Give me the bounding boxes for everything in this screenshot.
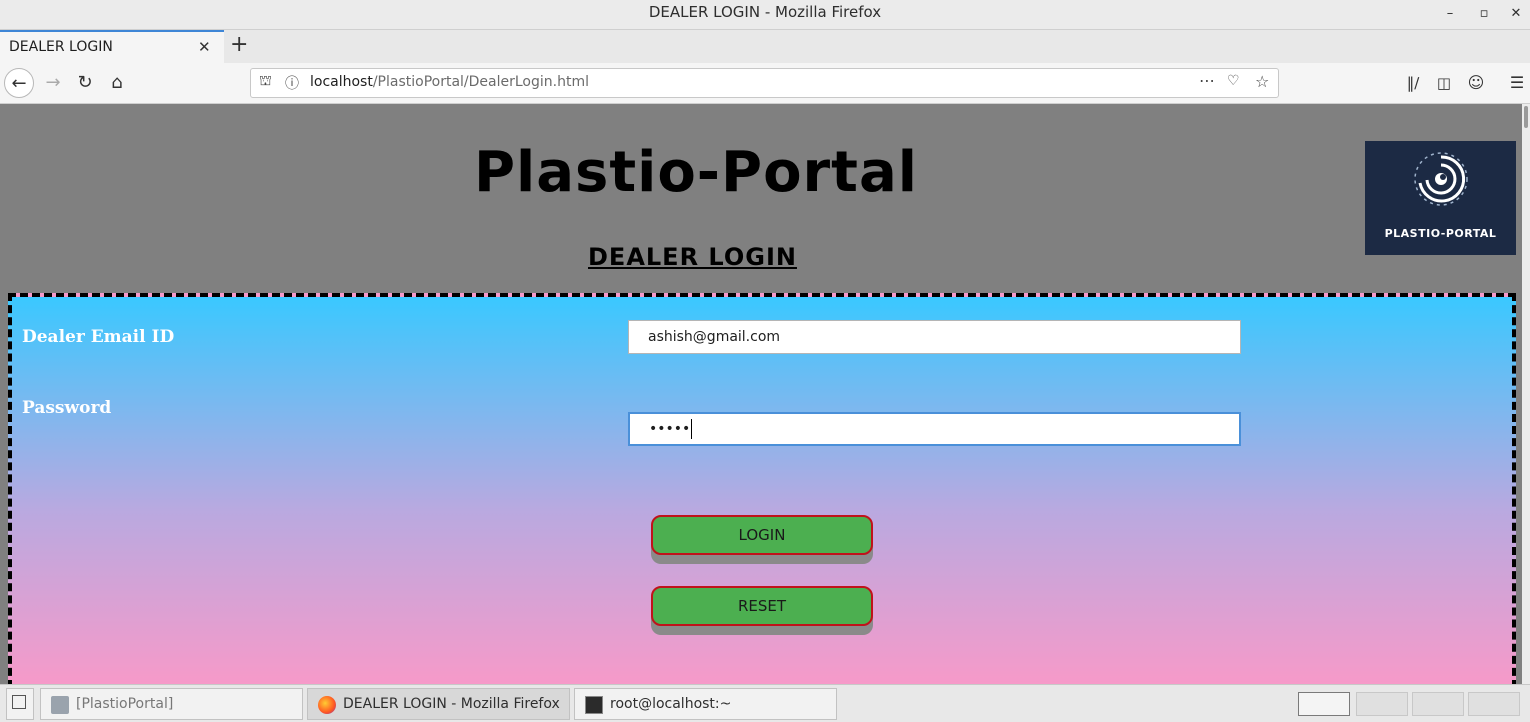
taskbar-item-firefox[interactable]: DEALER LOGIN - Mozilla Firefox xyxy=(307,688,570,720)
tab-label: DEALER LOGIN xyxy=(9,39,113,55)
library-icon[interactable]: ‖∕ xyxy=(1398,68,1428,98)
url-path: /PlastioPortal/DealerLogin.html xyxy=(372,74,589,90)
close-tab-icon[interactable]: ✕ xyxy=(198,38,211,56)
page-scrollbar[interactable] xyxy=(1522,104,1530,684)
firefox-icon xyxy=(318,696,336,714)
window-title: DEALER LOGIN - Mozilla Firefox xyxy=(648,3,882,21)
tab-strip: DEALER LOGIN ✕ + xyxy=(0,30,1530,63)
workspace-2[interactable] xyxy=(1356,692,1408,716)
plastio-portal-logo: PLASTIO-PORTAL xyxy=(1365,141,1516,255)
maximize-icon[interactable]: ▫ xyxy=(1473,4,1495,24)
url-host: localhost xyxy=(310,74,373,90)
page-subtitle: DEALER LOGIN xyxy=(588,243,797,271)
reload-icon[interactable]: ↻ xyxy=(70,68,100,98)
home-icon[interactable]: ⌂ xyxy=(102,68,132,98)
page-title: Plastio-Portal xyxy=(474,140,918,205)
login-form: Dealer Email ID ashish@gmail.com Passwor… xyxy=(8,293,1516,684)
password-label: Password xyxy=(22,398,112,418)
sidebar-icon[interactable]: ◫ xyxy=(1429,68,1459,98)
address-bar[interactable]: ⛫ ⓘ localhost/PlastioPortal/DealerLogin.… xyxy=(250,68,1279,98)
show-desktop-button[interactable] xyxy=(6,688,34,720)
email-field[interactable]: ashish@gmail.com xyxy=(628,320,1241,354)
text-caret xyxy=(691,419,693,439)
desktop-icon xyxy=(12,695,26,709)
taskbar-item-label: DEALER LOGIN - Mozilla Firefox xyxy=(343,696,560,712)
terminal-icon xyxy=(585,696,603,714)
browser-tab[interactable]: DEALER LOGIN ✕ xyxy=(0,30,224,63)
taskbar-item-label: [PlastioPortal] xyxy=(76,696,174,712)
tracking-shield-icon[interactable]: ⛫ xyxy=(259,73,272,91)
minimize-icon[interactable]: – xyxy=(1439,4,1461,24)
navigation-toolbar: ← → ↻ ⌂ ⛫ ⓘ localhost/PlastioPortal/Deal… xyxy=(0,63,1530,104)
forward-icon[interactable]: → xyxy=(38,68,68,98)
page-actions-icon[interactable]: ⋯ xyxy=(1199,71,1215,90)
login-button[interactable]: LOGIN xyxy=(651,515,873,555)
url-text[interactable]: localhost/PlastioPortal/DealerLogin.html xyxy=(310,74,589,90)
password-dots: ••••• xyxy=(649,421,691,437)
window-titlebar: DEALER LOGIN - Mozilla Firefox – ▫ ✕ xyxy=(0,0,1530,30)
account-icon[interactable]: ☺ xyxy=(1461,68,1491,98)
swirl-logo-icon xyxy=(1414,152,1468,206)
taskbar-item-label: root@localhost:~ xyxy=(610,696,732,712)
workspace-3[interactable] xyxy=(1412,692,1464,716)
workspace-1[interactable] xyxy=(1298,692,1350,716)
scrollbar-thumb[interactable] xyxy=(1524,106,1528,128)
close-window-icon[interactable]: ✕ xyxy=(1505,4,1527,24)
site-info-icon[interactable]: ⓘ xyxy=(285,73,299,93)
taskbar-item-terminal[interactable]: root@localhost:~ xyxy=(574,688,837,720)
new-tab-icon[interactable]: + xyxy=(230,34,248,56)
file-manager-icon xyxy=(51,696,69,714)
reset-button[interactable]: RESET xyxy=(651,586,873,626)
taskbar-item-files[interactable]: [PlastioPortal] xyxy=(40,688,303,720)
taskbar: [PlastioPortal] DEALER LOGIN - Mozilla F… xyxy=(0,684,1530,722)
email-label: Dealer Email ID xyxy=(22,327,175,347)
pocket-icon[interactable]: ♡ xyxy=(1227,73,1240,89)
menu-icon[interactable]: ☰ xyxy=(1502,68,1530,98)
password-field[interactable]: ••••• xyxy=(628,412,1241,446)
back-icon[interactable]: ← xyxy=(4,68,34,98)
logo-text: PLASTIO-PORTAL xyxy=(1384,227,1497,240)
workspace-4[interactable] xyxy=(1468,692,1520,716)
page-content: Plastio-Portal DEALER LOGIN PLASTIO-PORT… xyxy=(0,104,1522,684)
bookmark-star-icon[interactable]: ☆ xyxy=(1255,72,1269,91)
